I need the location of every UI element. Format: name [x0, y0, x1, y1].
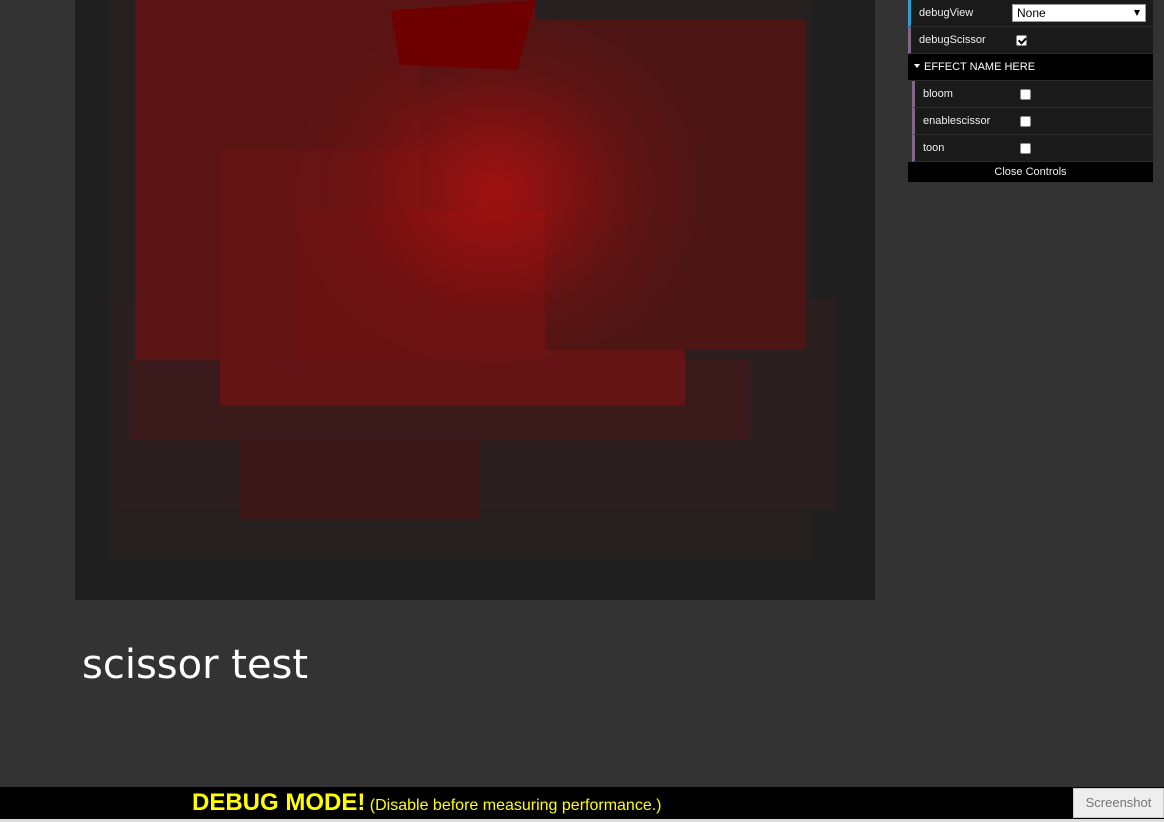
- controls-panel: debugView None debugScissor EFFECT NAME …: [908, 0, 1153, 182]
- enablescissor-row: enablescissor: [912, 108, 1153, 135]
- debug-bar: DEBUG MODE! (Disable before measuring pe…: [0, 787, 1164, 819]
- debug-mode-note: (Disable before measuring performance.): [369, 797, 662, 814]
- debug-message: DEBUG MODE! (Disable before measuring pe…: [192, 789, 661, 817]
- toon-label: toon: [923, 142, 945, 154]
- debug-scissor-row: debugScissor: [908, 27, 1153, 54]
- app-root: scissor test debugView None debugScissor…: [0, 0, 1164, 822]
- debug-view-value: None: [1017, 6, 1046, 20]
- debug-view-label: debugView: [919, 7, 974, 19]
- debug-scissor-checkbox[interactable]: [1016, 35, 1027, 46]
- effect-folder-items: bloom enablescissor toon: [912, 81, 1153, 162]
- dropdown-arrow-icon: [1134, 10, 1140, 16]
- scene-shard: [391, 0, 536, 70]
- screenshot-button[interactable]: Screenshot: [1073, 788, 1164, 818]
- close-controls-button[interactable]: Close Controls: [908, 162, 1153, 182]
- debug-view-row: debugView None: [908, 0, 1153, 27]
- toon-checkbox[interactable]: [1020, 143, 1031, 154]
- bloom-label: bloom: [923, 88, 953, 100]
- enablescissor-checkbox[interactable]: [1020, 116, 1031, 127]
- bloom-row: bloom: [912, 81, 1153, 108]
- render-canvas[interactable]: [75, 0, 875, 600]
- scene-quad: [240, 440, 480, 520]
- toon-row: toon: [912, 135, 1153, 162]
- enablescissor-label: enablescissor: [923, 115, 991, 127]
- scene-title: scissor test: [82, 642, 309, 688]
- effect-folder-title[interactable]: EFFECT NAME HERE: [908, 54, 1153, 81]
- debug-view-select[interactable]: None: [1012, 4, 1146, 22]
- debug-scissor-label: debugScissor: [919, 34, 986, 46]
- bloom-checkbox[interactable]: [1020, 89, 1031, 100]
- effect-folder-label: EFFECT NAME HERE: [924, 61, 1036, 73]
- collapse-arrow-icon: [914, 64, 920, 68]
- debug-mode-heading: DEBUG MODE!: [192, 789, 366, 816]
